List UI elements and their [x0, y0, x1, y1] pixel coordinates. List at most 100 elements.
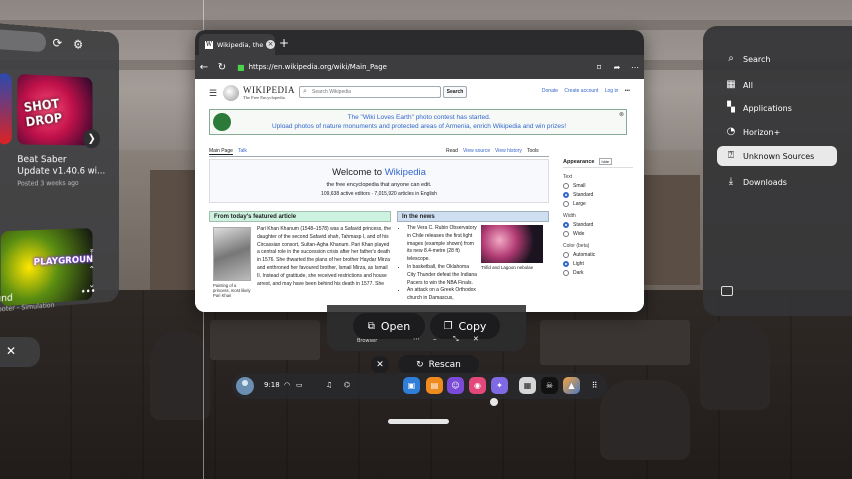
sidebar-item-horizon-plus[interactable]: ◔ Horizon+ [725, 122, 781, 142]
sidebar-item-search[interactable]: ⌕ Search [725, 49, 770, 69]
avatar[interactable] [236, 377, 254, 395]
left-panel-close-button[interactable]: ✕ [0, 337, 40, 367]
appearance-panel: Appearance hide Text Small Standard Large… [563, 158, 633, 309]
wiki-search-input[interactable]: Search Wikipedia [299, 86, 441, 98]
scroll-top-icon[interactable]: ⤒ [86, 248, 98, 259]
radio-text-standard[interactable]: Standard [563, 192, 633, 198]
featured-image[interactable] [213, 227, 251, 281]
copy-icon: ❐ [443, 320, 453, 332]
chevron-right-icon[interactable]: ❯ [83, 129, 101, 149]
tab-tools[interactable]: Tools [527, 148, 539, 154]
copy-button[interactable]: ❐ Copy [430, 313, 500, 339]
desk [210, 320, 320, 360]
back-arrow-icon[interactable]: ← [195, 62, 213, 73]
skull-game-app-icon[interactable]: ☠ [541, 377, 558, 394]
text-size-label: Text [563, 174, 573, 180]
tab-view-history[interactable]: View history [495, 148, 522, 154]
close-banner-icon[interactable]: ⊗ [619, 111, 624, 118]
game-app-icon[interactable]: ▲ [563, 377, 580, 394]
universal-menu-taskbar: 9:18 ◠ ▭ ♫ ⌬ ▣ ▤ ☺ ◉ ✦ ▦ ☠ ▲ ⠿ [232, 373, 607, 399]
app-title: ound [0, 292, 13, 306]
appearance-heading: Appearance hide [563, 158, 633, 168]
tab-read[interactable]: Read [446, 148, 458, 154]
url-field[interactable]: https://en.wikipedia.org/wiki/Main_Page [249, 63, 590, 71]
battery-icon[interactable]: ▭ [296, 381, 303, 389]
browser-tab[interactable]: W Wikipedia, the f… × [199, 34, 275, 55]
more-options-icon[interactable]: ••• [81, 286, 96, 297]
wifi-icon[interactable]: ◠ [284, 381, 290, 389]
close-window-icon[interactable]: ✕ [473, 335, 479, 343]
more-options-icon[interactable]: ••• [625, 88, 630, 94]
nebula-image[interactable] [481, 225, 543, 263]
chair [600, 380, 690, 460]
dismiss-scan-button[interactable]: ✕ [371, 356, 389, 374]
radio-color-automatic[interactable]: Automatic [563, 252, 633, 258]
files-app-icon[interactable]: ▤ [426, 377, 443, 394]
sidebar-item-downloads[interactable]: ⤓ Downloads [725, 172, 787, 192]
resize-icon[interactable]: ⤡ [453, 335, 459, 344]
tab-main-page[interactable]: Main Page [209, 148, 233, 155]
rescan-button[interactable]: ↻ Rescan [398, 355, 479, 374]
wikipedia-link[interactable]: Wikipedia [385, 167, 426, 178]
radio-color-light[interactable]: Light [563, 261, 633, 267]
radio-text-small[interactable]: Small [563, 183, 633, 189]
sidebar-item-unknown-sources[interactable]: ⍰ Unknown Sources [717, 146, 837, 166]
home-indicator-bar[interactable] [388, 419, 449, 424]
playground-thumbnail[interactable]: PLAYGROUND [0, 228, 93, 307]
people-app-icon[interactable]: ☺ [447, 377, 464, 394]
store-app-icon[interactable]: ▣ [403, 377, 420, 394]
hide-button[interactable]: hide [598, 158, 613, 165]
bookmark-icon[interactable]: ⌑ [590, 63, 608, 72]
lock-icon: ■ [237, 62, 245, 72]
controller-icon[interactable]: ⌬ [344, 381, 350, 389]
banner-line-2[interactable]: Upload photos of nature monuments and pr… [210, 123, 628, 130]
reload-icon[interactable]: ↻ [213, 62, 231, 73]
browser-window: W Wikipedia, the f… × + ← ↻ ■ https://en… [195, 30, 644, 312]
clock[interactable]: 9:18 [264, 381, 280, 389]
radio-color-dark[interactable]: Dark [563, 270, 633, 276]
tab-view-source[interactable]: View source [463, 148, 490, 154]
hamburger-menu-icon[interactable]: ☰ [209, 88, 217, 99]
color-label: Color (beta) [563, 243, 590, 249]
create-account-link[interactable]: Create account [564, 88, 598, 94]
wikipedia-wordmark[interactable]: WIKIPEDIA [243, 85, 295, 95]
featured-article-text: Pari Khan Khanum (1548–1578) was a Safav… [257, 226, 391, 287]
wikipedia-globe-icon[interactable] [223, 85, 239, 101]
settings-app-icon[interactable]: ✦ [491, 377, 508, 394]
qr-code-app-icon[interactable]: ▦ [519, 377, 536, 394]
library-search-bar[interactable] [0, 28, 47, 53]
share-icon[interactable]: ➦ [608, 63, 626, 72]
unknown-sources-icon: ⍰ [728, 150, 734, 161]
sidebar-item-applications[interactable]: ▚ Applications [725, 98, 792, 118]
in-the-news-heading: In the news [397, 211, 549, 222]
tab-talk[interactable]: Talk [238, 148, 247, 154]
settings-gear-icon[interactable]: ⚙ [72, 38, 84, 53]
panel-toggle-icon[interactable] [721, 286, 733, 296]
welcome-box: Welcome to Wikipedia the free encycloped… [209, 159, 549, 203]
minimize-icon[interactable]: – [433, 335, 437, 343]
radio-width-wide[interactable]: Wide [563, 231, 633, 237]
chevron-up-icon[interactable]: ⌃ [86, 265, 98, 275]
tab-strip: W Wikipedia, the f… × + [195, 30, 644, 55]
featured-caption: Painting of a princess, most likely Pari… [213, 283, 251, 298]
banner-line-1[interactable]: The "Wiki Loves Earth" photo contest has… [210, 114, 628, 121]
app-thumbnail-partial[interactable] [0, 72, 12, 145]
wikipedia-tagline: The Free Encyclopedia [243, 95, 285, 100]
notifications-icon[interactable]: ♫ [326, 381, 332, 389]
close-tab-icon[interactable]: × [266, 40, 275, 49]
radio-text-large[interactable]: Large [563, 201, 633, 207]
camera-app-icon[interactable]: ◉ [469, 377, 486, 394]
wiki-search-button[interactable]: Search [443, 86, 467, 98]
refresh-icon[interactable]: ⟳ [51, 36, 63, 51]
sidebar-item-all[interactable]: ▦ All [725, 75, 753, 95]
news-caption: Trifid and Lagoon nebulae [481, 265, 534, 270]
window-menu-icon[interactable]: ⋯ [413, 335, 420, 343]
login-link[interactable]: Log in [605, 88, 619, 94]
app-grid-icon[interactable]: ⠿ [586, 377, 603, 394]
new-tab-icon[interactable]: + [279, 36, 289, 50]
open-external-icon: ⧉ [367, 320, 375, 332]
beat-saber-thumbnail[interactable]: SHOT DROP [17, 73, 93, 146]
donate-link[interactable]: Donate [542, 88, 558, 94]
more-menu-icon[interactable]: ⋯ [626, 63, 644, 72]
radio-width-standard[interactable]: Standard [563, 222, 633, 228]
